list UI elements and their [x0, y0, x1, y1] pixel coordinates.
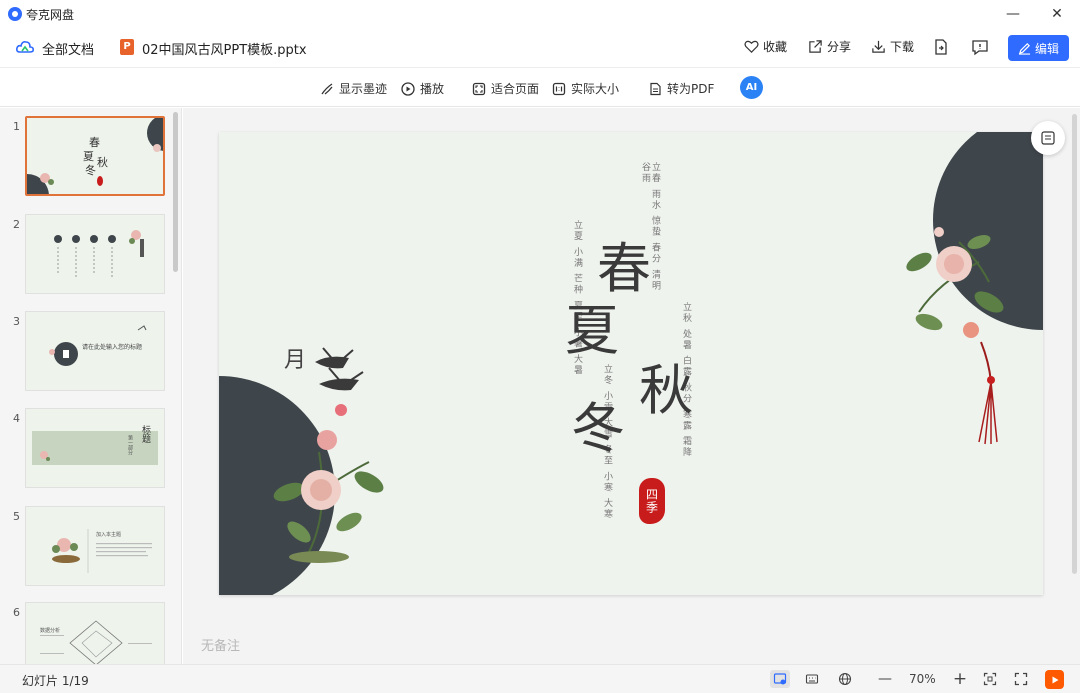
char-spring: 春 — [597, 237, 651, 300]
show-ink-button[interactable]: 显示墨迹 — [320, 80, 387, 97]
viewer-toolbar: 显示墨迹 播放 适合页面 实际大小 转为PDF AI — [0, 67, 1080, 107]
share-icon — [809, 40, 822, 53]
char-winter: 冬 — [571, 397, 625, 460]
actual-size-label: 实际大小 — [571, 82, 620, 96]
pencil-icon — [1018, 42, 1031, 55]
ai-assistant-button[interactable]: AI — [740, 76, 763, 99]
header-bar: 全部文档 P 02中国风古风PPT模板.pptx 收藏 分享 下载 编辑 — [0, 28, 1080, 66]
slide-canvas: 月 立春 雨水 惊蛰 春分 清明 谷雨 立夏 小满 芒种 夏至 小暑 大暑 立秋… — [183, 108, 1080, 664]
cloud-icon — [16, 41, 34, 53]
play-icon — [1052, 676, 1058, 683]
thumb-number: 4 — [13, 412, 20, 425]
fit-window-button[interactable] — [981, 670, 999, 688]
thumb-1-preview: 春 夏 秋 冬 — [27, 118, 163, 194]
thumb-number: 6 — [13, 606, 20, 619]
ink-icon — [321, 82, 333, 95]
svg-text:秋: 秋 — [97, 155, 108, 169]
keyboard-icon — [805, 674, 819, 684]
pptx-file-icon: P — [120, 39, 134, 55]
convert-pdf-label: 转为PDF — [667, 82, 715, 96]
svg-text:冬: 冬 — [85, 163, 96, 177]
fit-window-icon — [983, 672, 997, 686]
svg-text:春: 春 — [89, 136, 100, 149]
slide-thumbnail-6[interactable]: 数据分析 — [25, 602, 165, 664]
actual-size-button[interactable]: 实际大小 — [552, 80, 619, 97]
thumb-number: 1 — [13, 120, 20, 133]
slide-thumbnail-3[interactable]: 请在此处输入您的标题 — [25, 311, 165, 391]
edit-label: 编辑 — [1034, 41, 1059, 56]
thumb-5-title: 加入本主题 — [96, 532, 122, 538]
swallows-art — [315, 347, 364, 391]
note-panel-icon — [1041, 131, 1055, 145]
thumb-4-title: 标题 — [140, 425, 150, 443]
favorite-button[interactable]: 收藏 — [744, 38, 787, 55]
char-autumn: 秋 — [639, 359, 693, 422]
favorite-label: 收藏 — [763, 40, 788, 54]
status-bar: 幻灯片 1/19 — 70% + — [0, 664, 1080, 693]
download-icon — [872, 40, 885, 53]
slide-thumbnail-5[interactable]: 加入本主题 — [25, 506, 165, 586]
app-title: 夸克网盘 — [26, 8, 75, 22]
globe-icon — [838, 672, 852, 686]
canvas-scrollbar[interactable] — [1072, 114, 1077, 574]
edit-button[interactable]: 编辑 — [1008, 35, 1069, 61]
four-seasons-seal: 四季 — [639, 478, 665, 524]
sidebar-scrollbar[interactable] — [173, 112, 178, 272]
slide-thumbnail-sidebar: 1 春 夏 秋 冬 2 3 请在此处输入您的标题 4 标题 第一部分 5 加入本… — [0, 108, 182, 664]
feedback-icon[interactable] — [971, 38, 989, 56]
actual-size-icon — [552, 82, 566, 95]
share-label: 分享 — [827, 40, 852, 54]
normal-view-button[interactable] — [770, 670, 790, 688]
heart-icon — [744, 40, 759, 53]
fit-page-label: 适合页面 — [491, 82, 540, 96]
slide-thumbnail-4[interactable]: 标题 第一部分 — [25, 408, 165, 488]
play-circle-icon — [401, 81, 415, 96]
thumb-3-title: 请在此处输入您的标题 — [82, 344, 143, 351]
language-button[interactable] — [836, 670, 854, 688]
file-name: 02中国风古风PPT模板.pptx — [142, 43, 307, 58]
notes-placeholder[interactable]: 无备注 — [201, 635, 240, 654]
pdf-icon — [650, 82, 661, 95]
thumb-number: 5 — [13, 510, 20, 523]
slide-thumbnail-2[interactable] — [25, 214, 165, 294]
slide-1: 月 立春 雨水 惊蛰 春分 清明 谷雨 立夏 小满 芒种 夏至 小暑 大暑 立秋… — [219, 132, 1043, 595]
thumb-6-title: 数据分析 — [40, 628, 61, 634]
thumb-2-preview — [54, 230, 144, 279]
thumb-number: 2 — [13, 218, 20, 231]
play-button[interactable]: 播放 — [401, 80, 444, 97]
thumb-4-preview — [32, 431, 158, 465]
quark-logo-icon — [8, 7, 22, 21]
share-button[interactable]: 分享 — [808, 38, 851, 55]
all-docs-link[interactable]: 全部文档 — [42, 39, 94, 58]
title-bar: 夸克网盘 — ✕ — [0, 0, 1080, 28]
zoom-level: 70% — [909, 672, 936, 686]
slideshow-play-button[interactable] — [1045, 670, 1064, 689]
maximize-button[interactable] — [991, 0, 1039, 28]
thumb-5-preview — [52, 529, 152, 573]
download-label: 下载 — [890, 40, 915, 54]
zoom-in-button[interactable]: + — [951, 669, 969, 689]
svg-text:夏: 夏 — [83, 150, 94, 163]
slide-artwork — [219, 132, 1043, 595]
show-ink-label: 显示墨迹 — [339, 82, 388, 96]
slide-thumbnail-1[interactable]: 春 夏 秋 冬 — [25, 116, 165, 196]
zoom-out-button[interactable]: — — [876, 670, 894, 688]
moon-calligraphy: 月 — [284, 348, 307, 373]
slide-tool-float-button[interactable] — [1031, 121, 1065, 155]
thumb-number: 3 — [13, 315, 20, 328]
thumb-4-sub: 第一部分 — [127, 435, 133, 455]
fit-page-button[interactable]: 适合页面 — [472, 80, 539, 97]
fullscreen-button[interactable] — [1012, 670, 1030, 688]
slide-counter: 幻灯片 1/19 — [22, 674, 89, 688]
fit-page-icon — [472, 82, 486, 95]
download-button[interactable]: 下载 — [871, 38, 914, 55]
play-label: 播放 — [420, 82, 445, 96]
convert-pdf-button[interactable]: 转为PDF — [648, 80, 714, 97]
slide-view-icon — [773, 673, 787, 685]
close-button[interactable]: ✕ — [1034, 0, 1080, 28]
char-summer: 夏 — [565, 299, 619, 362]
fullscreen-icon — [1014, 672, 1028, 686]
notes-view-button[interactable] — [803, 670, 821, 688]
export-icon[interactable] — [932, 38, 950, 56]
